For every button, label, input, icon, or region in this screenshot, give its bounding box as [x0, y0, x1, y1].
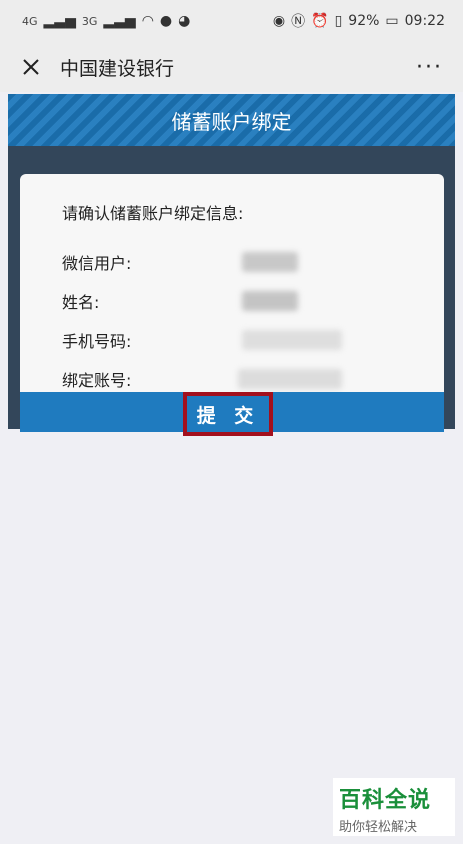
watermark-logo: 百科全说 助你轻松解决 [333, 778, 455, 836]
signal-bars-icon: ▂▃▅ [43, 13, 76, 29]
status-bar: 4G ▂▃▅ 3G ▂▃▅ ◠ ● ◕ ◉ Ⓝ ⏰ ▯ 92% ▭ 09:22 [0, 0, 463, 42]
wifi-icon: ◠ [141, 13, 154, 29]
field-row-name: 姓名: [62, 281, 402, 320]
eye-icon: ◉ [272, 13, 286, 29]
field-label-phone: 手机号码: [62, 331, 132, 351]
close-icon [23, 59, 39, 75]
alarm-icon: ⏰ [311, 13, 329, 29]
signal-3g-icon: 3G [81, 14, 98, 28]
redacted-value [242, 290, 298, 311]
more-options-button[interactable]: ··· [416, 55, 443, 80]
watermark-main: 百科全说 [339, 788, 432, 813]
status-left: 4G ▂▃▅ 3G ▂▃▅ ◠ ● ◕ [22, 13, 190, 29]
page-header: 储蓄账户绑定 [8, 94, 455, 146]
battery-icon: ▭ [385, 13, 399, 29]
page-title: 储蓄账户绑定 [171, 109, 292, 134]
chat-icon: ● [159, 13, 173, 29]
field-row-phone: 手机号码: [62, 320, 402, 359]
battery-percent: 92% [348, 13, 380, 29]
field-label-wechat-user: 微信用户: [62, 253, 132, 273]
nav-bar: 中国建设银行 ··· [0, 42, 463, 92]
signal-4g-icon: 4G [22, 14, 38, 28]
clock: 09:22 [404, 13, 445, 29]
close-button[interactable] [20, 56, 42, 78]
submit-button[interactable]: 提 交 [183, 392, 273, 436]
signal-bars-icon: ▂▃▅ [103, 13, 136, 29]
redacted-value [238, 368, 342, 389]
confirm-card: 请确认储蓄账户绑定信息: 微信用户: 姓名: 手机号码: 绑定账号: [20, 174, 444, 394]
nfc-icon: Ⓝ [291, 14, 306, 30]
field-row-wechat-user: 微信用户: [62, 242, 402, 281]
field-label-account: 绑定账号: [62, 370, 132, 390]
vibrate-icon: ▯ [334, 13, 343, 29]
confirm-title: 请确认储蓄账户绑定信息: [62, 204, 244, 223]
submit-label: 提 交 [196, 404, 260, 427]
field-label-name: 姓名: [62, 292, 100, 312]
redacted-value [242, 329, 342, 350]
status-right: ◉ Ⓝ ⏰ ▯ 92% ▭ 09:22 [273, 11, 445, 31]
watermark-sub: 助你轻松解决 [339, 820, 418, 835]
redacted-value [242, 251, 298, 272]
nav-title: 中国建设银行 [60, 57, 175, 80]
wechat-icon: ◕ [178, 13, 191, 29]
